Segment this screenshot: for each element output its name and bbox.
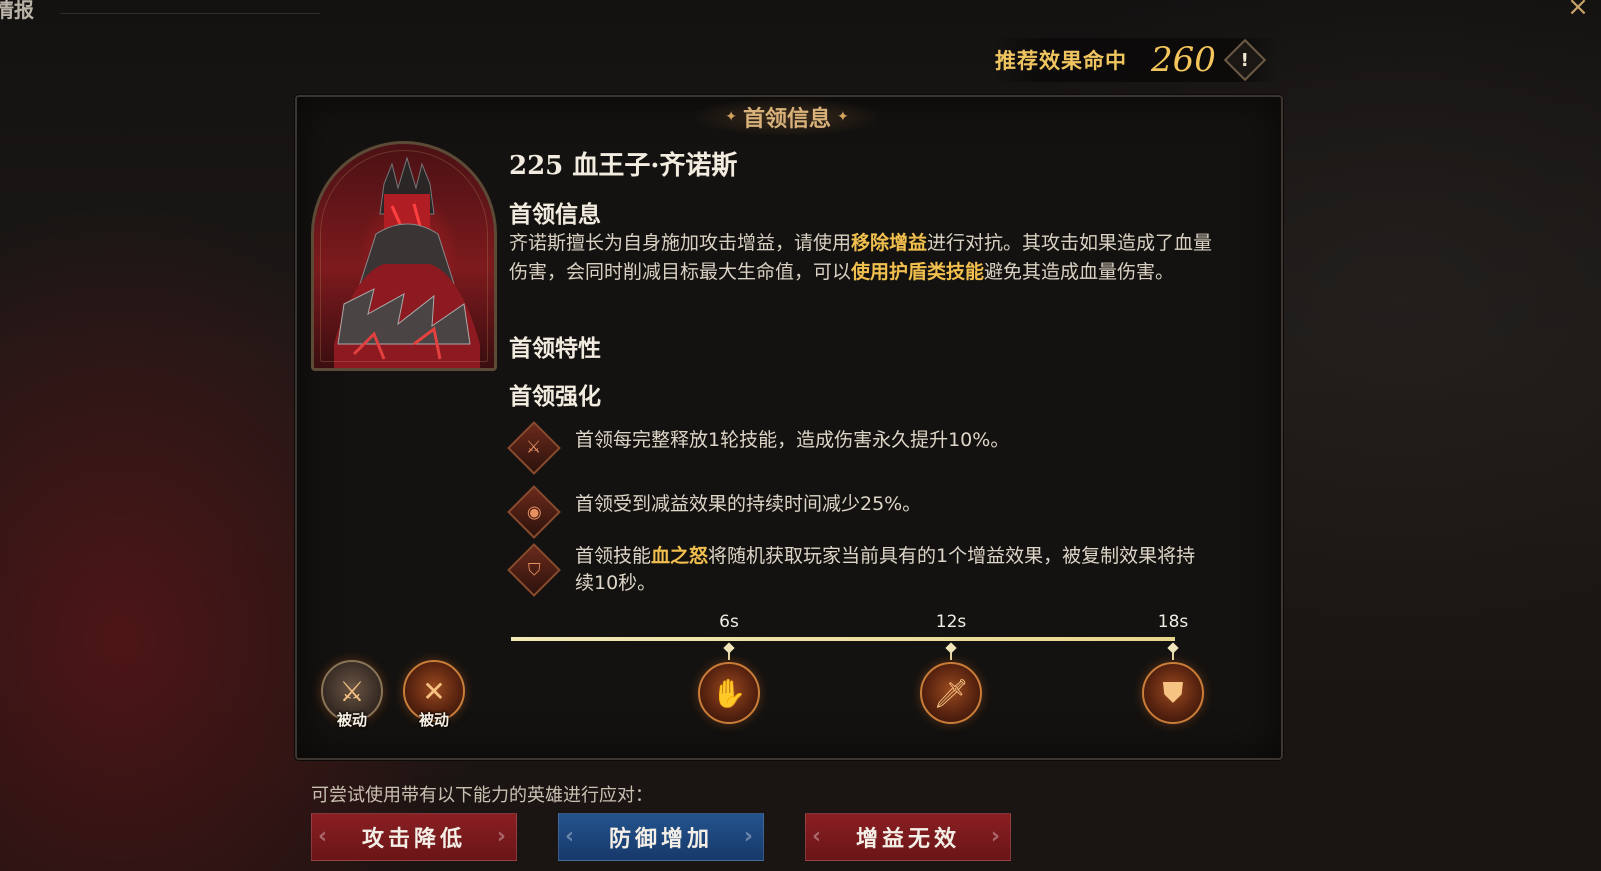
skill-timeline-bar [511,637,1175,641]
page-title: 情报 [0,0,34,22]
boss-description: 齐诺斯擅长为自身施加攻击增益，请使用移除增益进行对抗。其攻击如果造成了血量伤害，… [509,229,1221,287]
desc-highlight-remove-buff: 移除增益 [851,232,928,254]
enhancement-text: 首领每完整释放1轮技能，造成伤害永久提升10%。 [575,429,1010,451]
close-x-icon: ⨯ [1567,0,1589,22]
timeline-pin [1172,648,1174,660]
timeline-pin [728,648,730,660]
recommended-hit-value: 260 [1151,40,1216,80]
flaming-dagger-icon[interactable]: 🗡 [920,662,982,724]
enhancement-item: ⚔ 首领每完整释放1轮技能，造成伤害永久提升10%。 [507,421,1215,475]
passive-skill-1[interactable]: ⚔ 被动 [321,660,383,729]
counter-defense-up-button[interactable]: 防御增加 [558,813,764,861]
crossed-blades-icon: ✕ [422,674,446,708]
passive-skill-2[interactable]: ✕ 被动 [403,660,465,729]
desc-text: 齐诺斯擅长为自身施加攻击增益，请使用 [509,232,852,254]
sword-shield-icon: ⚔ [339,674,365,708]
enhancement-text: 首领受到减益效果的持续时间减少25%。 [575,493,922,515]
desc-text: 避免其造成血量伤害。 [984,261,1175,283]
timeline-label-6s: 6s [719,612,739,632]
boss-name: 225 血王子·齐诺斯 [509,151,738,181]
desc-highlight-shield-skill: 使用护盾类技能 [851,261,985,283]
panel-title: 首领信息 [742,107,831,132]
recommended-hit-label: 推荐效果命中 [995,49,1127,73]
sword-burst-icon: ⚔ [507,421,561,475]
counter-buff-nullify-button[interactable]: 增益无效 [805,813,1011,861]
counter-hint: 可尝试使用带有以下能力的英雄进行应对： [311,785,653,806]
shield-crest-icon: ⛉ [507,543,561,597]
star-ornament-icon: ✦ [837,109,849,125]
debuff-eye-icon: ◉ [507,485,561,539]
close-button[interactable]: ⨯ [1555,0,1601,22]
panel-header: ✦ 首领信息 ✦ [697,99,877,135]
star-ornament-icon: ✦ [725,109,737,125]
enhancement-text-pre: 首领技能 [575,545,652,567]
boss-info-panel: ✦ 首领信息 ✦ 225 血王子·齐诺斯 首领信息 齐诺斯擅长为自身施加攻击增益… [295,95,1283,760]
timeline-label-12s: 12s [935,612,967,632]
section-title-info: 首领信息 [509,202,601,228]
passive-label: 被动 [418,711,450,729]
claw-hand-icon[interactable]: ✋ [698,662,760,724]
enhancement-item: ◉ 首领受到减益效果的持续时间减少25%。 [507,485,1215,539]
title-ornament [60,0,320,14]
boss-portrait [311,141,497,371]
passive-label: 被动 [336,711,368,729]
skill-highlight-blood-rage: 血之怒 [651,545,709,567]
timeline-label-18s: 18s [1157,612,1189,632]
counter-attack-down-button[interactable]: 攻击降低 [311,813,517,861]
section-title-enhance: 首领强化 [509,384,601,410]
info-button[interactable]: ! [1223,38,1267,82]
exclamation-icon: ! [1240,49,1250,71]
enhancement-text: 首领技能血之怒将随机获取玩家当前具有的1个增益效果，被复制效果将持续10秒。 [575,543,1205,597]
timeline-pin [950,648,952,660]
burning-armor-icon[interactable]: ⛊ [1142,662,1204,724]
section-title-traits: 首领特性 [509,336,601,362]
boss-figure-icon [334,156,480,368]
recommended-hit-bar: 推荐效果命中 260 ! [995,38,1277,82]
enhancement-item: ⛉ 首领技能血之怒将随机获取玩家当前具有的1个增益效果，被复制效果将持续10秒。 [507,543,1215,597]
